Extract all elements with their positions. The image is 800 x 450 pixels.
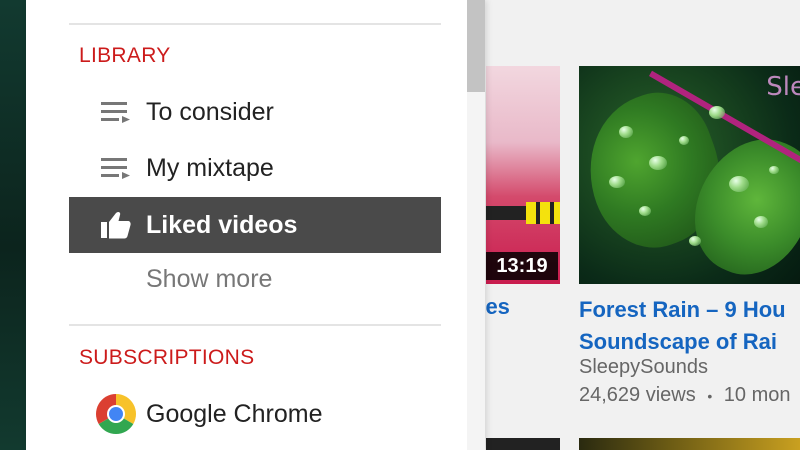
show-more-link[interactable]: Show more: [146, 265, 272, 294]
library-heading: LIBRARY: [79, 44, 171, 67]
raindrop: [649, 156, 667, 170]
sidebar-item-label: To consider: [146, 97, 274, 126]
video-title-line[interactable]: Soundscape of Rai: [579, 326, 800, 358]
chrome-logo-icon: [87, 386, 145, 442]
duration-badge: 13:19: [486, 252, 558, 280]
raindrop: [769, 166, 779, 174]
thumbs-up-icon: [87, 197, 145, 253]
thumbnail-overlay-text: Sle: [766, 72, 800, 102]
sidebar-item-label: Liked videos: [146, 210, 298, 239]
thumbnail-detail: [526, 202, 560, 224]
playlist-icon: [87, 84, 145, 140]
raindrop: [609, 176, 625, 188]
raindrop: [754, 216, 768, 228]
raindrop: [619, 126, 633, 138]
video-title-partial[interactable]: nes: [486, 294, 560, 320]
sidebar-item-google-chrome[interactable]: Google Chrome: [69, 386, 441, 442]
raindrop: [729, 176, 749, 192]
sidebar-item-to-consider[interactable]: To consider: [69, 84, 441, 140]
divider: [69, 23, 441, 25]
video-meta: 24,629 views • 10 mon: [579, 384, 791, 407]
raindrop: [639, 206, 651, 216]
upload-age: 10 mon: [723, 384, 791, 406]
video-title[interactable]: Forest Rain – 9 Hou Soundscape of Rai: [579, 294, 800, 358]
video-thumbnail[interactable]: Sle: [579, 66, 800, 284]
thumbnail-detail: [486, 206, 526, 220]
video-thumbnail-next[interactable]: [579, 438, 800, 450]
backdrop: [0, 0, 26, 450]
channel-name[interactable]: SleepySounds: [579, 356, 708, 379]
divider: [69, 324, 441, 326]
sidebar-item-label: My mixtape: [146, 153, 274, 182]
raindrop: [689, 236, 701, 246]
raindrop: [679, 136, 689, 145]
raindrop: [709, 106, 725, 119]
video-title-fragment[interactable]: nes: [486, 294, 510, 319]
meta-separator: •: [707, 387, 713, 404]
view-count: 24,629 views: [579, 384, 696, 406]
sidebar-scrollbar-thumb[interactable]: [467, 0, 485, 92]
playlist-icon: [87, 140, 145, 196]
sidebar-item-liked-videos[interactable]: Liked videos: [69, 197, 441, 253]
video-thumbnail-next[interactable]: [486, 438, 560, 450]
sidebar-item-my-mixtape[interactable]: My mixtape: [69, 140, 441, 196]
sidebar-item-label: Google Chrome: [146, 399, 323, 428]
video-title-line[interactable]: Forest Rain – 9 Hou: [579, 294, 800, 326]
subscriptions-heading: SUBSCRIPTIONS: [79, 346, 255, 369]
